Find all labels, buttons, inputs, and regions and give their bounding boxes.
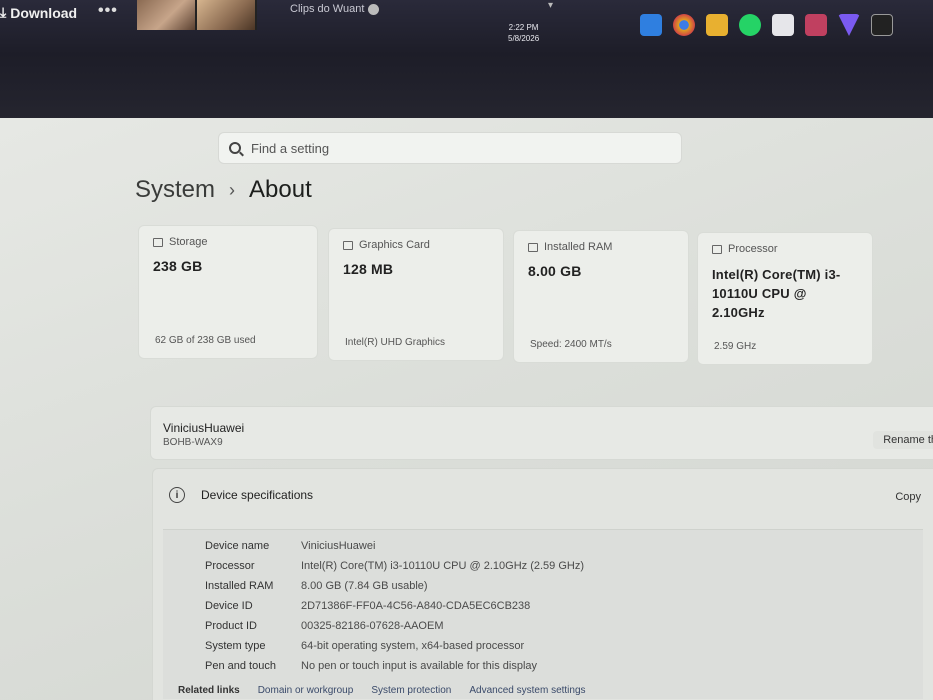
spec-value: 64-bit operating system, x64-based proce… [301,640,525,652]
related-links: Related links Domain or workgroup System… [178,685,586,696]
spec-row: System type 64-bit operating system, x64… [205,640,524,652]
related-links-label: Related links [178,685,240,696]
device-model: BOHB-WAX9 [163,437,223,448]
card-value: 128 MB [343,261,394,277]
spec-key: Device name [205,540,270,552]
ram-icon [528,242,538,252]
search-icon [229,142,241,154]
spec-key: Device ID [205,600,253,612]
spec-row: Processor Intel(R) Core(TM) i3-10110U CP… [205,560,584,572]
search-box[interactable]: Find a setting [218,132,682,164]
breadcrumb: System › About [135,176,312,204]
specs-body: Device name ViniciusHuawei Processor Int… [163,529,923,699]
card-title: Processor [728,243,778,255]
storage-icon [153,237,163,247]
start-icon[interactable] [640,14,662,36]
file-explorer-icon[interactable] [706,14,728,36]
card-subtext: 62 GB of 238 GB used [155,335,256,346]
spec-row: Device name ViniciusHuawei [205,540,375,552]
video-thumbnail [137,0,197,30]
clips-label: Clips do Wuant [290,3,365,15]
vpn-icon[interactable] [838,14,860,36]
spec-row: Device ID 2D71386F-FF0A-4C56-A840-CDA5EC… [205,600,530,612]
spec-value: Intel(R) Core(TM) i3-10110U CPU @ 2.10GH… [301,560,584,572]
verified-icon [368,3,380,15]
card-subtext: 2.59 GHz [714,341,757,352]
spec-key: Product ID [205,620,257,632]
search-placeholder: Find a setting [251,140,330,156]
info-icon: i [169,487,185,503]
whatsapp-icon[interactable] [739,14,761,36]
clock-time: 2:22 PM [508,23,539,32]
device-name: ViniciusHuawei [163,421,245,435]
spec-key: Pen and touch [205,660,276,672]
spec-key: Processor [205,560,255,572]
card-subtext: Intel(R) UHD Graphics [345,337,446,348]
installed-ram-card: Installed RAM 8.00 GB Speed: 2400 MT/s [513,230,689,363]
chevron-down-icon[interactable]: ▾ [548,0,553,11]
system-protection-link[interactable]: System protection [371,685,451,696]
download-icon: ⤓ [0,4,7,20]
spec-row: Pen and touch No pen or touch input is a… [205,660,537,672]
taskbar-clock[interactable]: 2:22 PM 5/8/2026 [508,22,539,44]
spec-value: 2D71386F-FF0A-4C56-A840-CDA5EC6CB238 [301,600,531,612]
spec-row: Product ID 00325-82186-07628-AAOEM [205,620,443,632]
spec-value: ViniciusHuawei [301,540,376,552]
rename-button[interactable]: Rename th [873,431,933,449]
app-icon[interactable] [805,14,827,36]
clips-title: Clips do Wuant [290,3,380,15]
specs-header[interactable]: i Device specifications [169,487,313,503]
copy-button[interactable]: Copy [895,491,921,503]
graphics-card-card: Graphics Card 128 MB Intel(R) UHD Graphi… [328,228,504,361]
chevron-right-icon: › [229,179,236,200]
breadcrumb-system[interactable]: System [135,176,215,204]
card-subtext: Speed: 2400 MT/s [530,339,612,350]
spec-value: 00325-82186-07628-AAOEM [301,620,444,632]
taskbar-apps [640,14,893,36]
specs-title: Device specifications [201,488,314,502]
spec-key: System type [205,640,266,652]
domain-or-workgroup-link[interactable]: Domain or workgroup [258,685,354,696]
video-thumbnails [137,0,257,30]
spec-row: Installed RAM 8.00 GB (7.84 GB usable) [205,580,428,592]
download-label: Download [10,4,78,21]
background-screen-strip: ⤓ Download ••• Clips do Wuant ▾ 2:22 PM … [0,0,933,120]
advanced-system-settings-link[interactable]: Advanced system settings [469,685,585,696]
processor-icon [712,244,722,254]
spec-value: No pen or touch input is available for t… [301,660,538,672]
calendar-icon[interactable] [772,14,794,36]
chrome-icon[interactable] [673,14,695,36]
graphics-card-icon [343,240,353,250]
device-specifications-panel: i Device specifications Copy Device name… [152,468,933,700]
page-title: About [249,176,312,203]
spec-key: Installed RAM [205,580,274,592]
processor-card: Processor Intel(R) Core(TM) i3-10110U CP… [697,232,873,365]
storage-card: Storage 238 GB 62 GB of 238 GB used [138,225,318,359]
card-title: Installed RAM [544,241,613,253]
device-name-row: ViniciusHuawei BOHB-WAX9 Rename th [150,406,933,460]
spec-value: 8.00 GB (7.84 GB usable) [301,580,428,592]
card-value: Intel(R) Core(TM) i3-10110U CPU @ 2.10GH… [712,267,841,320]
card-title: Storage [169,236,208,248]
card-value: 238 GB [153,258,203,274]
more-options-button[interactable]: ••• [98,2,118,20]
download-button[interactable]: ⤓ Download [0,4,77,21]
clock-date: 5/8/2026 [508,34,540,43]
epic-games-icon[interactable] [871,14,893,36]
video-thumbnail [197,0,257,30]
card-title: Graphics Card [359,239,430,251]
settings-window: Find a setting System › About Storage 23… [0,118,933,700]
card-value: 8.00 GB [528,263,582,279]
